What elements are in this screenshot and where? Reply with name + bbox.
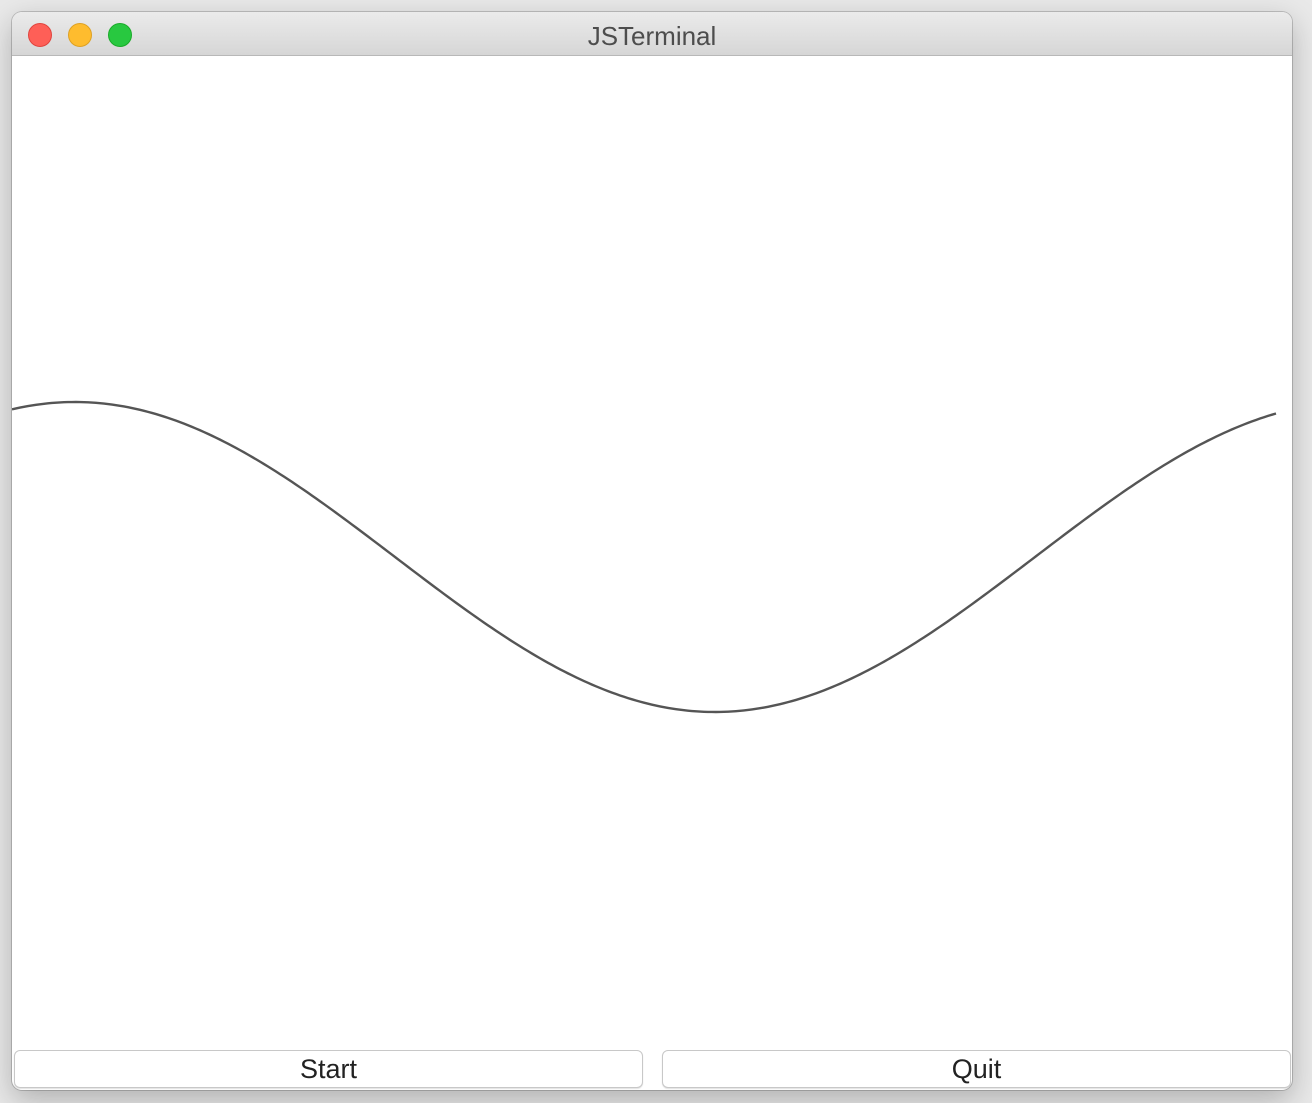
quit-button[interactable]: Quit — [662, 1050, 1291, 1088]
start-button[interactable]: Start — [14, 1050, 643, 1088]
wave-svg — [12, 400, 1277, 714]
app-window: JSTerminal Start Quit — [12, 12, 1292, 1090]
drawing-canvas — [12, 57, 1292, 1047]
button-bar: Start Quit — [12, 1048, 1292, 1090]
window-title: JSTerminal — [587, 21, 717, 51]
title-bar[interactable]: JSTerminal — [12, 12, 1292, 56]
sine-wave-curve — [12, 400, 1277, 714]
